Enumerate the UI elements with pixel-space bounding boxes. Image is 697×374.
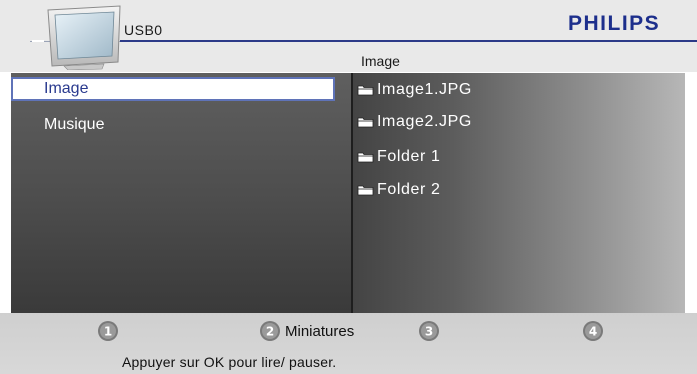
file-item[interactable]: Image2.JPG xyxy=(357,110,472,134)
help-hint: Appuyer sur OK pour lire/ pauser. xyxy=(122,354,337,370)
menu-item-label: Musique xyxy=(44,116,105,133)
menu-item-label: Image xyxy=(44,80,89,97)
file-label: Folder 1 xyxy=(377,148,441,165)
menu-item-image[interactable]: Image xyxy=(11,77,335,101)
footer-bar: 1 2 Miniatures 3 4 Appuyer sur OK pour l… xyxy=(0,313,697,374)
key-label: Miniatures xyxy=(285,322,355,340)
key-3-button[interactable]: 3 xyxy=(418,320,444,342)
key-number: 2 xyxy=(266,325,274,339)
tv-icon xyxy=(32,5,121,70)
folder-icon xyxy=(357,152,374,163)
file-list: Image1.JPG Image2.JPG Folder 1 Folder 2 xyxy=(353,73,685,313)
brand-logo: PHILIPS xyxy=(568,12,661,35)
key-number: 4 xyxy=(589,325,597,339)
key-1-button[interactable]: 1 xyxy=(97,320,123,342)
number-2-icon: 2 xyxy=(260,321,280,341)
file-label: Image2.JPG xyxy=(377,113,472,130)
key-4-button[interactable]: 4 xyxy=(582,320,608,342)
number-4-icon: 4 xyxy=(583,321,603,341)
file-item[interactable]: Folder 1 xyxy=(357,145,441,169)
file-label: Image1.JPG xyxy=(377,81,472,98)
number-3-icon: 3 xyxy=(419,321,439,341)
folder-icon xyxy=(357,85,374,96)
miniatures-button[interactable]: 2 Miniatures xyxy=(259,320,354,342)
key-number: 3 xyxy=(425,325,433,339)
category-menu: Image Musique xyxy=(11,73,351,313)
menu-item-musique[interactable]: Musique xyxy=(11,113,335,137)
folder-icon xyxy=(357,185,374,196)
source-title: USB0 xyxy=(124,22,163,38)
folder-icon xyxy=(357,117,374,128)
key-number: 1 xyxy=(104,325,112,339)
file-label: Folder 2 xyxy=(377,181,441,198)
file-item[interactable]: Folder 2 xyxy=(357,178,441,202)
header-bar: USB0 PHILIPS Image xyxy=(0,0,697,72)
column-title: Image xyxy=(361,53,400,69)
file-item[interactable]: Image1.JPG xyxy=(357,78,472,102)
header-accent-line xyxy=(120,40,697,42)
number-1-icon: 1 xyxy=(98,321,118,341)
